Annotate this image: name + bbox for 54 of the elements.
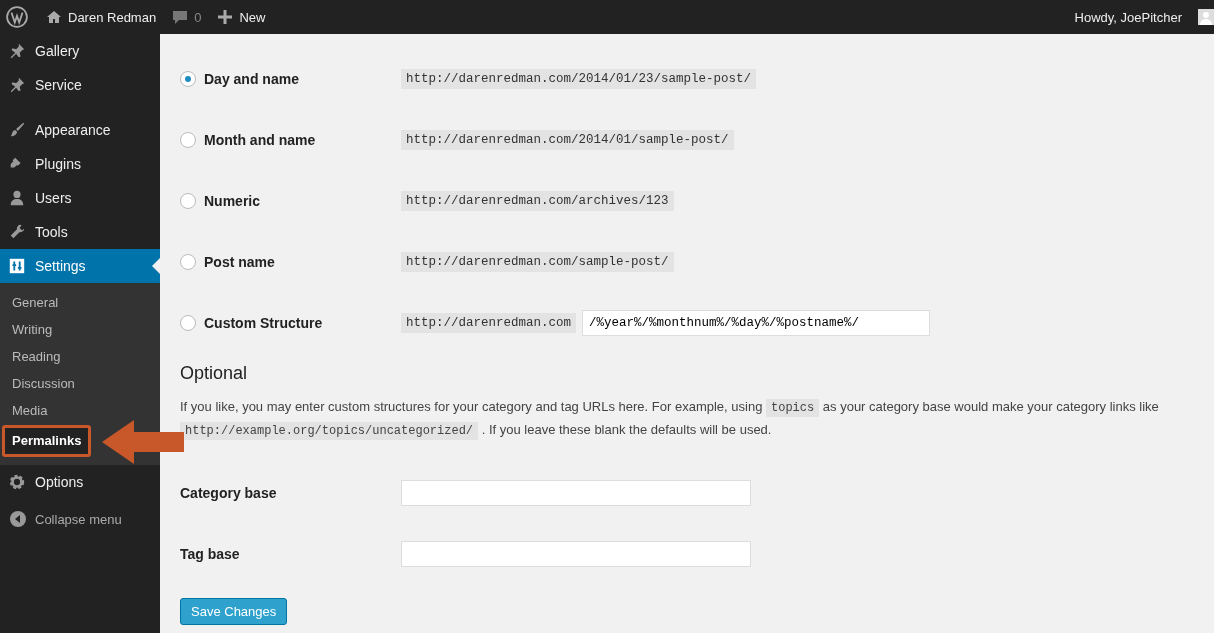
submenu-item[interactable]: Discussion <box>2 371 158 398</box>
pin-icon <box>8 76 26 94</box>
option-label: Numeric <box>204 192 261 209</box>
radio-button[interactable] <box>180 131 196 148</box>
text-input[interactable] <box>401 479 751 506</box>
pin-icon <box>8 42 26 60</box>
greeting-link[interactable]: Howdy, JoePitcher <box>1074 9 1182 25</box>
comment-icon[interactable] <box>172 9 189 25</box>
user-icon <box>8 189 26 207</box>
menu-item[interactable]: Options <box>0 465 160 499</box>
url-example: http://darenredman.com/2014/01/23/sample-post/ <box>401 68 757 89</box>
plus-icon[interactable] <box>217 9 234 25</box>
option-label: Month and name <box>204 131 316 148</box>
url-example: http://darenredman.com <box>401 312 577 333</box>
url-example: http://darenredman.com/archives/123 <box>401 190 674 211</box>
submenu-item[interactable]: Permalinks <box>2 425 92 457</box>
sliders-icon <box>8 257 26 275</box>
radio-button[interactable] <box>180 70 196 87</box>
comment-count[interactable]: 0 <box>194 9 202 25</box>
submenu-item[interactable]: Media <box>2 398 158 425</box>
option-label: Post name <box>204 253 275 270</box>
text-input[interactable] <box>401 540 751 567</box>
site-name-link[interactable]: Daren Redman <box>68 9 157 25</box>
menu-item[interactable]: Tools <box>0 215 160 249</box>
new-link[interactable]: New <box>239 9 266 25</box>
field-label: Category base <box>180 484 278 501</box>
wordpress-logo-icon[interactable] <box>6 6 28 28</box>
brush-icon <box>8 121 26 139</box>
home-icon[interactable] <box>46 9 62 25</box>
gear-icon <box>8 473 26 491</box>
url-example: http://darenredman.com/2014/01/sample-post/ <box>401 129 734 150</box>
menu-item[interactable]: Service <box>0 68 160 102</box>
radio-button[interactable] <box>180 314 196 331</box>
url-example: http://darenredman.com/sample-post/ <box>401 251 674 272</box>
submenu-item[interactable]: Reading <box>2 344 158 371</box>
radio-button[interactable] <box>180 192 196 209</box>
menu-item[interactable]: Plugins <box>0 147 160 181</box>
collapse-icon[interactable] <box>10 511 26 527</box>
submenu-item[interactable]: General <box>2 290 158 317</box>
wrench-icon <box>8 223 26 241</box>
menu-item[interactable]: Users <box>0 181 160 215</box>
description-text: If you like, you may enter custom structures for your category and tag URLs here. For example, using topics as your category base would make your category links like http://example.org/topics/uncategorized/ . If you leave these blank the defaults will be used. <box>180 398 1160 442</box>
submenu-item[interactable]: Writing <box>2 317 158 344</box>
option-label: Custom Structure <box>204 314 323 331</box>
radio-button[interactable] <box>180 253 196 270</box>
collapse-menu-button[interactable]: Collapse menu <box>0 499 160 539</box>
menu-item[interactable]: Gallery <box>0 34 160 68</box>
menu-item[interactable]: Settings <box>0 249 160 283</box>
menu-item[interactable]: Appearance <box>0 113 160 147</box>
field-label: Tag base <box>180 545 241 562</box>
avatar-icon[interactable] <box>1198 9 1214 25</box>
section-heading: Optional <box>180 363 249 384</box>
option-label: Day and name <box>204 70 299 87</box>
structure-input[interactable]: /%year%/%monthnum%/%day%/%postname%/ <box>582 309 931 336</box>
